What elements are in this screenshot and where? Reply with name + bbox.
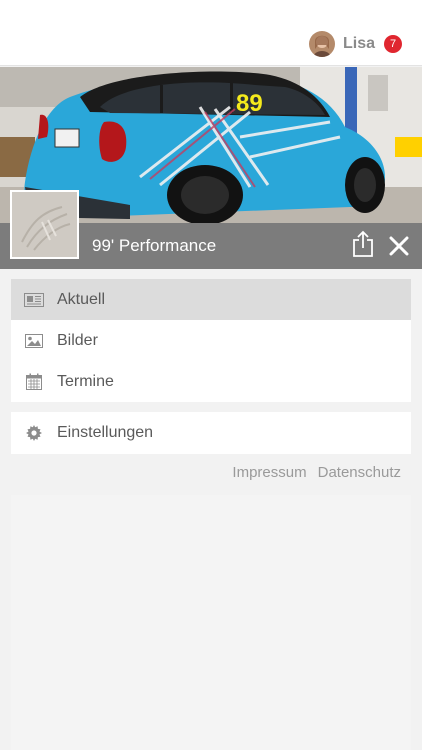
top-bar: Lisa 7 bbox=[0, 0, 422, 66]
notification-badge[interactable]: 7 bbox=[384, 35, 402, 53]
menu-item-einstellungen[interactable]: Einstellungen bbox=[11, 412, 411, 454]
calendar-icon bbox=[24, 373, 44, 391]
menu-item-label: Bilder bbox=[57, 331, 98, 349]
user-name[interactable]: Lisa bbox=[343, 35, 375, 53]
content-area bbox=[11, 495, 411, 750]
close-button[interactable] bbox=[389, 236, 409, 256]
news-icon bbox=[24, 291, 44, 309]
menu-item-aktuell[interactable]: Aktuell bbox=[11, 279, 411, 320]
impressum-link[interactable]: Impressum bbox=[232, 464, 306, 481]
gear-icon bbox=[24, 424, 44, 442]
settings-menu: Einstellungen bbox=[11, 412, 411, 454]
footer-links: Impressum Datenschutz bbox=[232, 464, 401, 481]
datenschutz-link[interactable]: Datenschutz bbox=[318, 464, 401, 481]
user-menu[interactable]: Lisa 7 bbox=[308, 30, 402, 58]
avatar[interactable] bbox=[308, 31, 335, 57]
menu-item-termine[interactable]: Termine bbox=[11, 361, 411, 402]
menu-item-bilder[interactable]: Bilder bbox=[11, 320, 411, 361]
profile-title: 99' Performance bbox=[92, 236, 217, 255]
close-icon bbox=[389, 236, 409, 256]
menu-item-label: Termine bbox=[57, 372, 114, 390]
share-icon bbox=[353, 230, 373, 257]
menu-item-label: Aktuell bbox=[57, 290, 106, 308]
menu-item-label: Einstellungen bbox=[57, 424, 154, 441]
main-menu: Aktuell Bilder Termine bbox=[11, 279, 411, 402]
profile-thumbnail[interactable] bbox=[10, 190, 79, 259]
share-button[interactable] bbox=[351, 230, 375, 258]
image-icon bbox=[24, 332, 44, 350]
